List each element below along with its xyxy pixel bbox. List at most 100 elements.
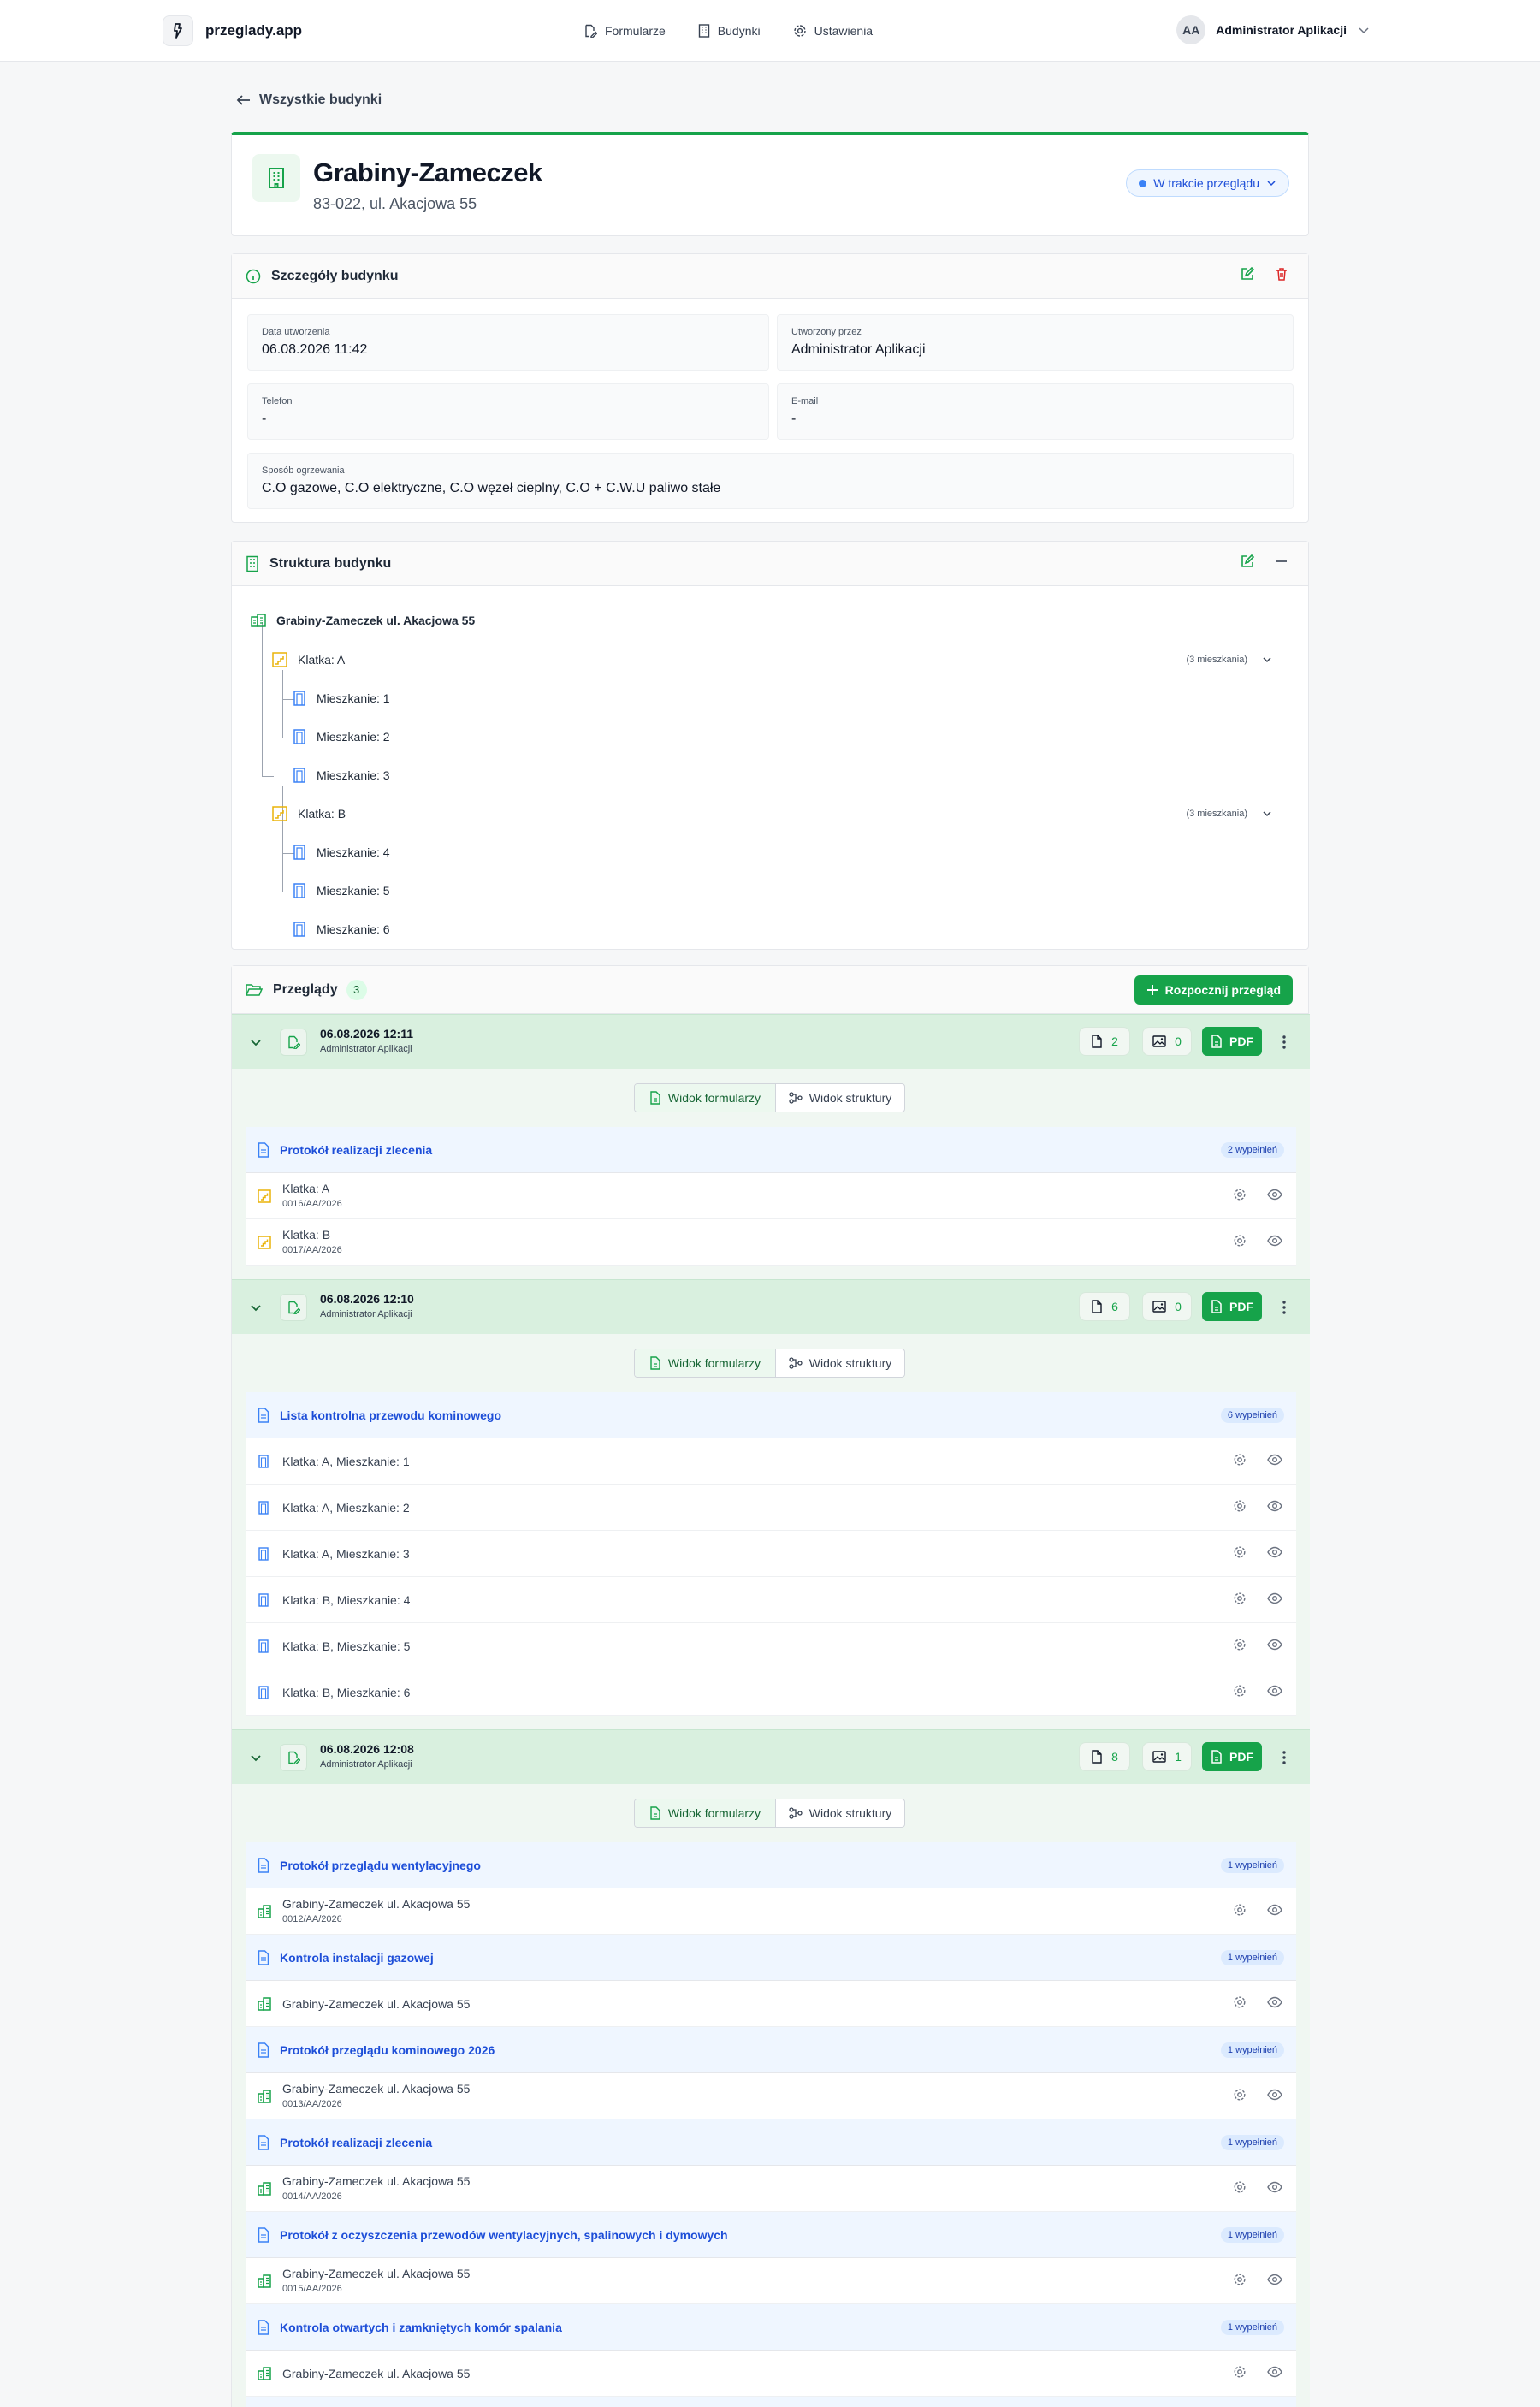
forms-view-button[interactable]: Widok formularzy: [635, 1084, 776, 1112]
settings-icon[interactable]: [1233, 2273, 1247, 2286]
forms-view-button[interactable]: Widok formularzy: [635, 1799, 776, 1827]
chevron-down-icon[interactable]: [1261, 808, 1273, 820]
form-entry-row[interactable]: Klatka: A, Mieszkanie: 3: [246, 1531, 1296, 1577]
tree-flat[interactable]: Mieszkanie: 4: [293, 845, 390, 860]
brand[interactable]: przeglady.app: [163, 15, 302, 46]
pdf-button[interactable]: PDF: [1202, 1027, 1262, 1056]
chevron-down-icon[interactable]: [249, 1751, 263, 1764]
form-group-header[interactable]: Kontrola otwartych i zamkniętych komór s…: [246, 2304, 1296, 2351]
eye-icon[interactable]: [1267, 2365, 1282, 2379]
tree-flat[interactable]: Mieszkanie: 6: [293, 922, 390, 937]
settings-icon[interactable]: [1233, 1545, 1247, 1559]
settings-icon[interactable]: [1233, 1684, 1247, 1698]
trash-icon[interactable]: [1274, 266, 1289, 282]
start-review-button[interactable]: Rozpocznij przegląd: [1134, 975, 1293, 1005]
form-entry-row[interactable]: Grabiny-Zameczek ul. Akacjowa 55: [246, 2351, 1296, 2397]
pdf-button[interactable]: PDF: [1202, 1742, 1262, 1771]
form-entry-row[interactable]: Klatka: B, Mieszkanie: 4: [246, 1577, 1296, 1623]
form-entry-row[interactable]: Grabiny-Zameczek ul. Akacjowa 55 0013/AA/…: [246, 2073, 1296, 2119]
form-group-header[interactable]: Lista zaleceń mechanicznych1 wypełnień: [246, 2397, 1296, 2407]
images-count-chip[interactable]: 0: [1142, 1292, 1192, 1321]
tree-stair-b[interactable]: Klatka: B (3 mieszkania): [272, 806, 1290, 821]
pdf-button[interactable]: PDF: [1202, 1292, 1262, 1321]
eye-icon[interactable]: [1267, 2180, 1282, 2194]
tree-flat[interactable]: Mieszkanie: 5: [293, 883, 390, 898]
eye-icon[interactable]: [1267, 1545, 1282, 1559]
form-entry-row[interactable]: Klatka: A, Mieszkanie: 1: [246, 1438, 1296, 1485]
more-vertical-icon[interactable]: [1282, 1300, 1286, 1315]
chevron-down-icon[interactable]: [249, 1301, 263, 1314]
review-header[interactable]: 06.08.2026 12:11 Administrator Aplikacji 2…: [232, 1014, 1310, 1069]
minus-icon[interactable]: [1274, 554, 1289, 569]
status-dropdown[interactable]: W trakcie przeglądu: [1126, 169, 1289, 197]
chevron-down-icon[interactable]: [1261, 654, 1273, 666]
door-icon: [293, 768, 306, 783]
settings-icon[interactable]: [1233, 2088, 1247, 2102]
eye-icon[interactable]: [1267, 1188, 1282, 1201]
forms-view-button[interactable]: Widok formularzy: [635, 1349, 776, 1377]
form-entry-row[interactable]: Klatka: B 0017/AA/2026: [246, 1219, 1296, 1266]
documents-count-chip[interactable]: 6: [1079, 1292, 1130, 1321]
door-icon: [293, 883, 306, 898]
eye-icon[interactable]: [1267, 2088, 1282, 2102]
more-vertical-icon[interactable]: [1282, 1035, 1286, 1050]
tree-flat[interactable]: Mieszkanie: 2: [293, 729, 390, 744]
form-group-header[interactable]: Protokół z oczyszczenia przewodów wentyl…: [246, 2212, 1296, 2258]
settings-icon[interactable]: [1233, 1903, 1247, 1917]
tree-flat[interactable]: Mieszkanie: 1: [293, 691, 390, 706]
review-header[interactable]: 06.08.2026 12:10 Administrator Aplikacji 6…: [232, 1279, 1310, 1334]
nav-link-buildings[interactable]: Budynki: [698, 19, 761, 43]
settings-icon[interactable]: [1233, 1995, 1247, 2009]
form-entry-row[interactable]: Grabiny-Zameczek ul. Akacjowa 55 0014/AA/…: [246, 2166, 1296, 2212]
form-group-header[interactable]: Lista kontrolna przewodu kominowego 6 wyp…: [246, 1392, 1296, 1438]
structure-view-button[interactable]: Widok struktury: [776, 1084, 904, 1112]
structure-view-button[interactable]: Widok struktury: [776, 1349, 904, 1377]
eye-icon[interactable]: [1267, 1903, 1282, 1917]
more-vertical-icon[interactable]: [1282, 1750, 1286, 1765]
settings-icon[interactable]: [1233, 1499, 1247, 1513]
settings-icon[interactable]: [1233, 1638, 1247, 1651]
form-entry-row[interactable]: Grabiny-Zameczek ul. Akacjowa 55 0015/AA/…: [246, 2258, 1296, 2304]
images-count-chip[interactable]: 1: [1142, 1742, 1192, 1771]
eye-icon[interactable]: [1267, 2273, 1282, 2286]
settings-icon[interactable]: [1233, 2180, 1247, 2194]
documents-count-chip[interactable]: 8: [1079, 1742, 1130, 1771]
settings-icon[interactable]: [1233, 1234, 1247, 1248]
eye-icon[interactable]: [1267, 1592, 1282, 1605]
eye-icon[interactable]: [1267, 1234, 1282, 1248]
nav-link-settings[interactable]: Ustawienia: [793, 19, 873, 43]
form-entry-row[interactable]: Grabiny-Zameczek ul. Akacjowa 55: [246, 1981, 1296, 2027]
form-group-header[interactable]: Protokół realizacji zlecenia 1 wypełnień: [246, 2119, 1296, 2166]
form-group-header[interactable]: Protokół przeglądu kominowego 2026 1 wype…: [246, 2027, 1296, 2073]
settings-icon[interactable]: [1233, 1592, 1247, 1605]
tree-stair-a[interactable]: Klatka: A (3 mieszkania): [272, 652, 1290, 667]
chevron-down-icon[interactable]: [249, 1035, 263, 1049]
form-entry-row[interactable]: Grabiny-Zameczek ul. Akacjowa 55 0012/AA/…: [246, 1888, 1296, 1935]
settings-icon[interactable]: [1233, 1453, 1247, 1467]
form-group-header[interactable]: Kontrola instalacji gazowej 1 wypełnień: [246, 1935, 1296, 1981]
structure-view-button[interactable]: Widok struktury: [776, 1799, 904, 1827]
settings-icon[interactable]: [1233, 2365, 1247, 2379]
back-link[interactable]: Wszystkie budynki: [236, 92, 382, 108]
nav-link-forms[interactable]: Formularze: [583, 19, 666, 43]
review-header[interactable]: 06.08.2026 12:08 Administrator Aplikacji 8…: [232, 1729, 1310, 1784]
edit-icon[interactable]: [1240, 266, 1255, 282]
user-menu[interactable]: AA Administrator Aplikacji: [1176, 15, 1371, 44]
images-count-chip[interactable]: 0: [1142, 1027, 1192, 1056]
settings-icon[interactable]: [1233, 1188, 1247, 1201]
eye-icon[interactable]: [1267, 1995, 1282, 2009]
tree-flat-label: Mieszkanie: 6: [317, 922, 390, 936]
form-entry-row[interactable]: Klatka: A 0016/AA/2026: [246, 1173, 1296, 1219]
form-entry-row[interactable]: Klatka: B, Mieszkanie: 5: [246, 1623, 1296, 1669]
edit-icon[interactable]: [1240, 554, 1255, 569]
eye-icon[interactable]: [1267, 1684, 1282, 1698]
form-group-header[interactable]: Protokół realizacji zlecenia 2 wypełnień: [246, 1127, 1296, 1173]
documents-count-chip[interactable]: 2: [1079, 1027, 1130, 1056]
eye-icon[interactable]: [1267, 1638, 1282, 1651]
tree-flat[interactable]: Mieszkanie: 3: [293, 768, 390, 783]
eye-icon[interactable]: [1267, 1499, 1282, 1513]
form-entry-row[interactable]: Klatka: B, Mieszkanie: 6: [246, 1669, 1296, 1716]
form-entry-row[interactable]: Klatka: A, Mieszkanie: 2: [246, 1485, 1296, 1531]
eye-icon[interactable]: [1267, 1453, 1282, 1467]
form-group-header[interactable]: Protokół przeglądu wentylacyjnego 1 wypeł…: [246, 1842, 1296, 1888]
